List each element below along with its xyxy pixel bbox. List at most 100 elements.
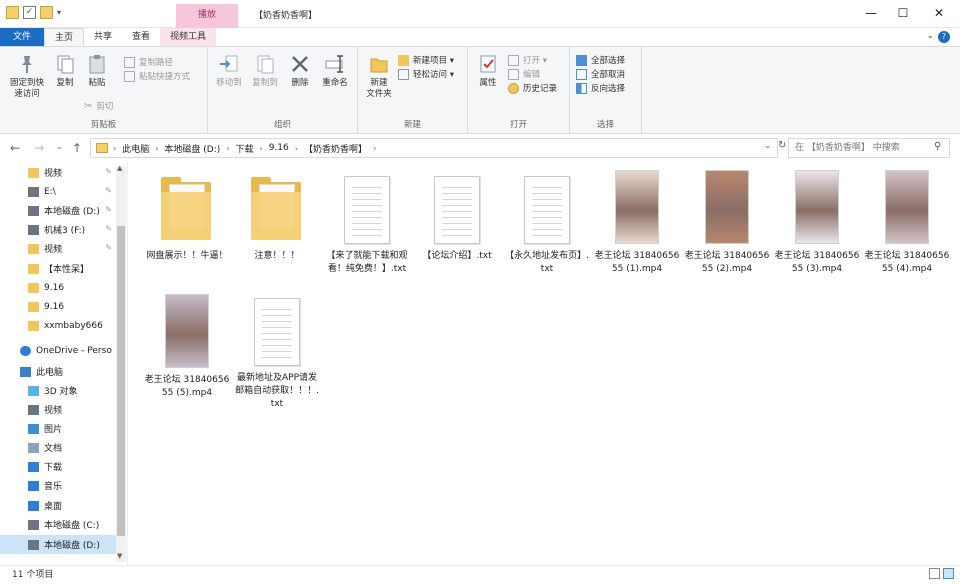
nav-item[interactable]: 音乐 bbox=[0, 476, 116, 495]
properties-button[interactable]: 属性 bbox=[474, 53, 502, 89]
up-icon[interactable]: ↑ bbox=[72, 141, 82, 155]
video-file-item[interactable]: 老王论坛 3184065655 (4).mp4 bbox=[864, 170, 950, 276]
scroll-down-icon[interactable]: ▼ bbox=[117, 552, 122, 560]
rename-button[interactable]: 重命名 bbox=[318, 53, 352, 89]
edit-button[interactable]: 编辑 bbox=[508, 67, 557, 81]
select-none-button[interactable]: 全部取消 bbox=[576, 67, 625, 81]
pin-quick-access-button[interactable]: 固定到快 速访问 bbox=[4, 53, 50, 100]
folder-item[interactable]: 网盘展示！！牛逼！ bbox=[144, 174, 230, 263]
breadcrumb-separator-icon[interactable]: › bbox=[260, 144, 263, 153]
nav-item[interactable]: 视频 ✎ bbox=[0, 239, 116, 258]
recent-locations-icon[interactable]: ⌄ bbox=[56, 142, 63, 151]
open-button[interactable]: 打开 ▾ bbox=[508, 53, 557, 67]
ribbon-expand-icon[interactable]: ⌄ bbox=[926, 31, 934, 41]
folder-item[interactable]: 注意！！！ bbox=[234, 174, 320, 263]
scroll-up-icon[interactable]: ▲ bbox=[117, 164, 122, 172]
file-name: 注意！！！ bbox=[254, 251, 300, 261]
context-tab-play[interactable]: 播放 bbox=[176, 4, 238, 28]
nav-item[interactable]: 下载 bbox=[0, 457, 116, 476]
minimize-button[interactable]: — bbox=[856, 2, 886, 24]
copy-to-button[interactable]: 复制到 bbox=[248, 53, 282, 89]
delete-button[interactable]: 删除 bbox=[286, 53, 314, 89]
nav-item[interactable]: 文档 bbox=[0, 438, 116, 457]
breadcrumb-separator-icon[interactable]: › bbox=[113, 144, 116, 153]
text-file-item[interactable]: 【永久地址发布页】.txt bbox=[504, 174, 590, 276]
folder-icon bbox=[28, 243, 39, 254]
breadcrumb-item[interactable]: 此电脑 bbox=[122, 142, 149, 155]
nav-item[interactable]: 本地磁盘 (D:) ✎ bbox=[0, 201, 116, 220]
video-file-item[interactable]: 老王论坛 3184065655 (1).mp4 bbox=[594, 170, 680, 276]
address-bar[interactable]: › 此电脑 › 本地磁盘 (D:) › 下载 › 9.16 › 【奶香奶香啊】 › bbox=[90, 138, 778, 158]
breadcrumb-item[interactable]: 9.16 bbox=[269, 143, 289, 153]
video-icon bbox=[28, 404, 39, 415]
copy-icon bbox=[57, 55, 74, 74]
easy-access-button[interactable]: 轻松访问 ▾ bbox=[398, 67, 454, 81]
maximize-button[interactable]: ☐ bbox=[888, 2, 918, 24]
nav-item[interactable]: 3D 对象 bbox=[0, 381, 116, 400]
nav-item[interactable]: 【本性呆】 bbox=[0, 259, 116, 278]
folder-icon[interactable] bbox=[6, 6, 19, 19]
text-file-item[interactable]: 最新地址及APP请发邮箱自动获取！！！.txt bbox=[234, 296, 320, 411]
breadcrumb-separator-icon[interactable]: › bbox=[373, 144, 376, 153]
breadcrumb-separator-icon[interactable]: › bbox=[226, 144, 229, 153]
back-icon[interactable]: ← bbox=[10, 141, 20, 155]
cut-button[interactable]: ✂ 剪切 bbox=[84, 99, 113, 113]
customize-qat-icon[interactable]: ▾ bbox=[57, 8, 61, 17]
breadcrumb-item[interactable]: 下载 bbox=[235, 142, 253, 155]
search-input[interactable]: 在 【奶香奶香啊】 中搜索 bbox=[788, 138, 950, 158]
tab-view[interactable]: 查看 bbox=[122, 28, 160, 46]
paste-button[interactable]: 粘贴 bbox=[82, 53, 112, 89]
nav-item-label: xxmbaby666 bbox=[44, 320, 103, 331]
paste-shortcut-button[interactable]: 粘贴快捷方式 bbox=[124, 69, 190, 83]
nav-item[interactable]: 机械3 (F:) ✎ bbox=[0, 220, 116, 239]
select-all-button[interactable]: 全部选择 bbox=[576, 53, 625, 67]
tab-home[interactable]: 主页 bbox=[44, 28, 85, 46]
new-folder-icon[interactable] bbox=[40, 6, 53, 19]
nav-item[interactable]: 此电脑 bbox=[0, 362, 116, 381]
large-icons-view-icon[interactable] bbox=[943, 568, 954, 579]
file-name: 【来了就能下载和观看！纯免费！】.txt bbox=[326, 251, 408, 274]
breadcrumb-item[interactable]: 【奶香奶香啊】 bbox=[304, 142, 367, 155]
invert-selection-button[interactable]: 反向选择 bbox=[576, 81, 625, 95]
nav-item[interactable]: 9.16 bbox=[0, 278, 116, 297]
nav-item-label: 此电脑 bbox=[36, 368, 64, 378]
new-folder-button[interactable]: 新建 文件夹 bbox=[362, 53, 396, 100]
nav-item[interactable]: OneDrive - Perso bbox=[0, 341, 116, 360]
properties-icon[interactable]: ✓ bbox=[23, 6, 36, 19]
history-button[interactable]: 历史记录 bbox=[508, 81, 557, 95]
nav-item[interactable]: 本地磁盘 (D:) bbox=[0, 535, 116, 554]
forward-icon[interactable]: → bbox=[34, 141, 44, 155]
ribbon: 固定到快 速访问 复制 粘贴 复制路径 粘贴快捷方式 ✂ 剪切 剪贴板 移动到 复… bbox=[0, 46, 960, 134]
video-file-item[interactable]: 老王论坛 3184065655 (2).mp4 bbox=[684, 170, 770, 276]
text-file-item[interactable]: 【来了就能下载和观看！纯免费！】.txt bbox=[324, 174, 410, 276]
nav-item-label: 音乐 bbox=[44, 482, 63, 492]
nav-scrollbar-thumb[interactable] bbox=[117, 226, 125, 536]
nav-item[interactable]: 视频 bbox=[0, 400, 116, 419]
breadcrumb-item[interactable]: 本地磁盘 (D:) bbox=[164, 142, 220, 155]
tab-share[interactable]: 共享 bbox=[84, 28, 122, 46]
copy-path-button[interactable]: 复制路径 bbox=[124, 55, 190, 69]
folder-icon bbox=[96, 143, 108, 153]
tab-video-tools[interactable]: 视频工具 bbox=[160, 28, 217, 46]
details-view-icon[interactable] bbox=[929, 568, 940, 579]
video-file-item[interactable]: 老王论坛 3184065655 (3).mp4 bbox=[774, 170, 860, 276]
help-icon[interactable]: ? bbox=[938, 31, 950, 43]
breadcrumb-separator-icon[interactable]: › bbox=[155, 144, 158, 153]
address-dropdown-icon[interactable]: ⌄ bbox=[764, 141, 772, 151]
nav-item[interactable]: xxmbaby666 bbox=[0, 316, 116, 335]
text-file-item[interactable]: 【论坛介绍】.txt bbox=[414, 174, 500, 263]
nav-item[interactable]: 本地磁盘 (C:) bbox=[0, 515, 116, 534]
nav-item[interactable]: 桌面 bbox=[0, 496, 116, 515]
tab-file[interactable]: 文件 bbox=[0, 28, 44, 46]
nav-item[interactable]: 图片 bbox=[0, 419, 116, 438]
nav-item[interactable]: E:\ ✎ bbox=[0, 182, 116, 201]
new-item-button[interactable]: 新建项目 ▾ bbox=[398, 53, 454, 67]
video-file-item[interactable]: 老王论坛 3184065655 (5).mp4 bbox=[144, 294, 230, 400]
breadcrumb-separator-icon[interactable]: › bbox=[295, 144, 298, 153]
refresh-icon[interactable]: ↻ bbox=[778, 140, 788, 151]
nav-item[interactable]: 视频 ✎ bbox=[0, 163, 116, 182]
close-button[interactable]: ✕ bbox=[924, 2, 954, 24]
copy-button[interactable]: 复制 bbox=[52, 53, 78, 89]
nav-item[interactable]: 9.16 bbox=[0, 297, 116, 316]
move-to-button[interactable]: 移动到 bbox=[212, 53, 246, 89]
